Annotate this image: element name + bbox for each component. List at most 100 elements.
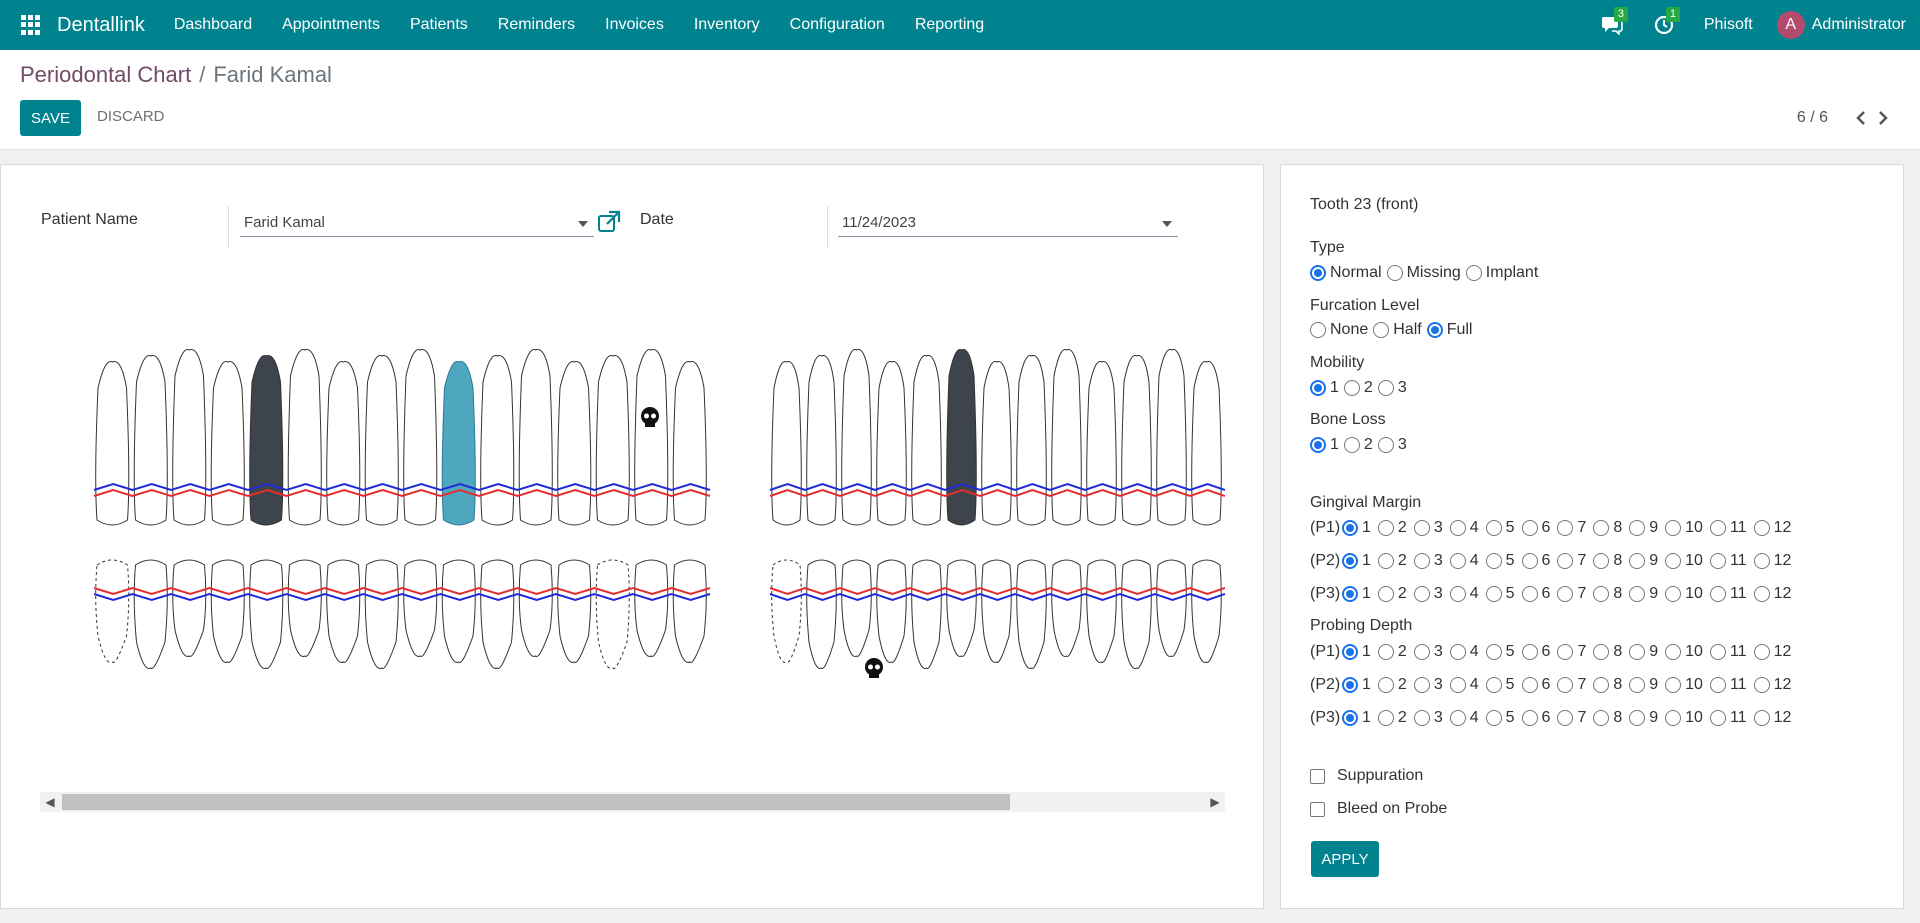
radio-icon[interactable] — [1629, 710, 1646, 726]
radio-icon[interactable] — [1665, 710, 1682, 726]
radio-icon[interactable] — [1557, 553, 1574, 569]
gingival-p3-option-9[interactable]: 9 — [1629, 585, 1658, 603]
bone-loss-2-radio[interactable]: 2 — [1343, 436, 1373, 454]
radio-icon[interactable] — [1753, 710, 1770, 726]
radio-icon[interactable] — [1629, 586, 1646, 602]
radio-icon[interactable] — [1377, 520, 1394, 536]
gingival-p2-option-12[interactable]: 12 — [1753, 552, 1791, 570]
user-menu[interactable]: A Administrator — [1776, 11, 1906, 39]
gingival-p1-option-7[interactable]: 7 — [1557, 519, 1586, 537]
periodontal-chart[interactable] — [40, 230, 1225, 820]
radio-icon[interactable] — [1413, 586, 1430, 602]
radio-icon[interactable] — [1521, 644, 1538, 660]
menu-reminders[interactable]: Reminders — [483, 16, 590, 34]
horizontal-scrollbar[interactable]: ◀ ▶ — [40, 792, 1225, 812]
radio-icon[interactable] — [1593, 586, 1610, 602]
radio-icon[interactable] — [1449, 677, 1466, 693]
mobility-2-radio[interactable]: 2 — [1343, 379, 1373, 397]
probing-p3-option-7[interactable]: 7 — [1557, 709, 1586, 727]
radio-checked-icon[interactable] — [1310, 380, 1326, 396]
chevron-down-icon[interactable] — [578, 221, 588, 227]
radio-icon[interactable] — [1449, 710, 1466, 726]
gingival-p1-option-9[interactable]: 9 — [1629, 519, 1658, 537]
radio-checked-icon[interactable] — [1342, 520, 1358, 536]
radio-icon[interactable] — [1753, 677, 1770, 693]
menu-configuration[interactable]: Configuration — [775, 16, 900, 34]
gingival-p1-option-12[interactable]: 12 — [1753, 519, 1791, 537]
gingival-p2-option-5[interactable]: 5 — [1485, 552, 1515, 570]
radio-icon[interactable] — [1557, 677, 1574, 693]
radio-icon[interactable] — [1449, 586, 1466, 602]
radio-checked-icon[interactable] — [1342, 710, 1358, 726]
radio-icon[interactable] — [1485, 644, 1502, 660]
radio-icon[interactable] — [1310, 322, 1326, 338]
gingival-p1-option-3[interactable]: 3 — [1413, 519, 1443, 537]
gingival-p1-option-1[interactable]: 1 — [1342, 519, 1371, 537]
apps-grid-icon[interactable] — [21, 15, 41, 35]
scrollbar-thumb[interactable] — [62, 794, 1010, 810]
probing-p2-option-2[interactable]: 2 — [1377, 676, 1407, 694]
menu-appointments[interactable]: Appointments — [267, 16, 395, 34]
gingival-p1-option-5[interactable]: 5 — [1485, 519, 1515, 537]
radio-icon[interactable] — [1709, 644, 1726, 660]
radio-icon[interactable] — [1485, 586, 1502, 602]
probing-p3-option-5[interactable]: 5 — [1485, 709, 1515, 727]
save-button[interactable]: SAVE — [20, 100, 81, 136]
radio-icon[interactable] — [1629, 677, 1646, 693]
gingival-p2-option-7[interactable]: 7 — [1557, 552, 1586, 570]
chevron-down-icon[interactable] — [1162, 221, 1172, 227]
radio-checked-icon[interactable] — [1310, 437, 1326, 453]
bleed-on-probe-checkbox[interactable] — [1310, 801, 1325, 817]
gingival-p2-option-3[interactable]: 3 — [1413, 552, 1443, 570]
radio-icon[interactable] — [1753, 553, 1770, 569]
probing-p3-option-3[interactable]: 3 — [1413, 709, 1443, 727]
probing-p2-option-7[interactable]: 7 — [1557, 676, 1586, 694]
furcation-full-radio[interactable]: Full — [1426, 321, 1472, 339]
teeth-diagram[interactable] — [40, 230, 1225, 820]
radio-icon[interactable] — [1485, 710, 1502, 726]
bone-loss-1-radio[interactable]: 1 — [1310, 436, 1339, 454]
radio-icon[interactable] — [1485, 553, 1502, 569]
radio-icon[interactable] — [1343, 437, 1360, 453]
probing-p1-option-11[interactable]: 11 — [1709, 643, 1747, 661]
scroll-right-arrow-icon[interactable]: ▶ — [1209, 795, 1221, 809]
radio-icon[interactable] — [1413, 677, 1430, 693]
mobility-1-radio[interactable]: 1 — [1310, 379, 1339, 397]
radio-icon[interactable] — [1557, 520, 1574, 536]
radio-icon[interactable] — [1709, 677, 1726, 693]
probing-p2-option-12[interactable]: 12 — [1753, 676, 1791, 694]
suppuration-option[interactable]: Suppuration — [1310, 767, 1423, 785]
radio-icon[interactable] — [1665, 677, 1682, 693]
breadcrumb-parent-link[interactable]: Periodontal Chart — [20, 62, 191, 87]
radio-icon[interactable] — [1521, 520, 1538, 536]
radio-icon[interactable] — [1709, 520, 1726, 536]
radio-checked-icon[interactable] — [1426, 322, 1443, 338]
radio-icon[interactable] — [1709, 553, 1726, 569]
gingival-p1-option-10[interactable]: 10 — [1665, 519, 1703, 537]
chevron-right-icon[interactable] — [1876, 108, 1890, 128]
probing-p3-option-2[interactable]: 2 — [1377, 709, 1407, 727]
gingival-p2-option-4[interactable]: 4 — [1449, 552, 1479, 570]
probing-p1-option-6[interactable]: 6 — [1521, 643, 1550, 661]
apply-button[interactable]: APPLY — [1311, 841, 1379, 877]
radio-icon[interactable] — [1557, 710, 1574, 726]
radio-icon[interactable] — [1386, 265, 1403, 281]
radio-icon[interactable] — [1521, 586, 1538, 602]
radio-icon[interactable] — [1593, 710, 1610, 726]
probing-p2-option-10[interactable]: 10 — [1665, 676, 1703, 694]
probing-p2-option-8[interactable]: 8 — [1593, 676, 1622, 694]
menu-reporting[interactable]: Reporting — [900, 16, 999, 34]
radio-icon[interactable] — [1377, 553, 1394, 569]
gingival-p3-option-10[interactable]: 10 — [1665, 585, 1703, 603]
radio-icon[interactable] — [1413, 520, 1430, 536]
activity-clock-icon[interactable]: 1 — [1652, 7, 1680, 37]
gingival-p1-option-11[interactable]: 11 — [1709, 519, 1747, 537]
radio-icon[interactable] — [1449, 553, 1466, 569]
radio-icon[interactable] — [1485, 677, 1502, 693]
probing-p3-option-8[interactable]: 8 — [1593, 709, 1622, 727]
radio-icon[interactable] — [1521, 710, 1538, 726]
gingival-p1-option-8[interactable]: 8 — [1593, 519, 1622, 537]
probing-p2-option-5[interactable]: 5 — [1485, 676, 1515, 694]
radio-icon[interactable] — [1465, 265, 1482, 281]
probing-p1-option-2[interactable]: 2 — [1377, 643, 1407, 661]
